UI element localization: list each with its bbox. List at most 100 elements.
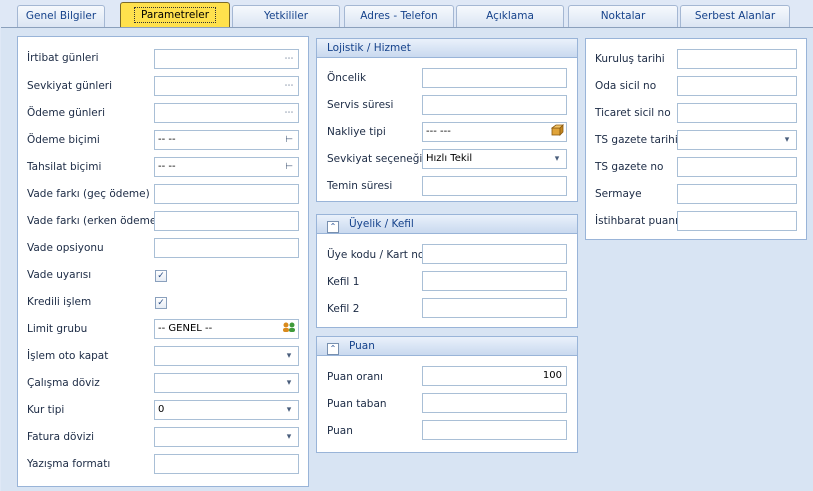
irtibat-gunleri-field[interactable]: ⋯: [154, 49, 299, 69]
ticaret-sicil-label: Ticaret sicil no: [595, 107, 671, 119]
oda-sicil-field[interactable]: [677, 76, 797, 96]
ellipsis-icon[interactable]: ⋯: [282, 105, 296, 121]
field-value: Hızlı Tekil: [426, 153, 473, 164]
kefil-2-field[interactable]: [422, 298, 567, 318]
tab-noktalar[interactable]: Noktalar: [568, 5, 678, 27]
vade-opsiyonu-field[interactable]: [154, 238, 299, 258]
uyelik-kefil-header[interactable]: ⌃ Üyelik / Kefil: [317, 215, 577, 234]
tab-parametreler[interactable]: Parametreler: [120, 2, 230, 28]
tab-label: Serbest Alanlar: [694, 10, 776, 22]
chevron-down-icon[interactable]: ▾: [282, 348, 296, 364]
nakliye-tipi-field[interactable]: --- ---: [422, 122, 567, 142]
group-title: Üyelik / Kefil: [349, 218, 414, 230]
temin-suresi-label: Temin süresi: [327, 180, 393, 192]
islem-oto-kapat-select[interactable]: ▾: [154, 346, 299, 366]
servis-suresi-field[interactable]: [422, 95, 567, 115]
group-title: Puan: [349, 340, 375, 352]
fatura-dovizi-select[interactable]: ▾: [154, 427, 299, 447]
vade-uyarisi-checkbox[interactable]: ✓: [155, 270, 167, 282]
tree-picker-icon[interactable]: ⊢: [282, 159, 296, 175]
kur-tipi-select[interactable]: 0 ▾: [154, 400, 299, 420]
uye-kodu-field[interactable]: [422, 244, 567, 264]
yazisma-formati-label: Yazışma formatı: [27, 458, 111, 470]
vade-farki-gec-label: Vade farkı (geç ödeme): [27, 188, 150, 200]
tab-genel-bilgiler[interactable]: Genel Bilgiler: [17, 5, 105, 27]
vade-opsiyonu-label: Vade opsiyonu: [27, 242, 104, 254]
islem-oto-kapat-label: İşlem oto kapat: [27, 350, 109, 362]
kurulus-tarihi-label: Kuruluş tarihi: [595, 53, 665, 65]
sevkiyat-secenegi-label: Sevkiyat seçeneği: [327, 153, 423, 165]
chevron-down-icon[interactable]: ▾: [550, 151, 564, 167]
chevron-down-icon[interactable]: ▾: [282, 402, 296, 418]
sevkiyat-secenegi-select[interactable]: Hızlı Tekil ▾: [422, 149, 567, 169]
kur-tipi-label: Kur tipi: [27, 404, 65, 416]
ts-gazete-tarihi-select[interactable]: ▾: [677, 130, 797, 150]
vade-uyarisi-label: Vade uyarısı: [27, 269, 92, 281]
puan-taban-field[interactable]: [422, 393, 567, 413]
yazisma-formati-field[interactable]: [154, 454, 299, 474]
kefil-1-label: Kefil 1: [327, 276, 360, 288]
oncelik-field[interactable]: [422, 68, 567, 88]
ellipsis-icon[interactable]: ⋯: [282, 78, 296, 94]
package-picker-icon[interactable]: [550, 124, 564, 140]
chevron-down-icon[interactable]: ▾: [282, 429, 296, 445]
tab-label: Noktalar: [600, 10, 646, 22]
irtibat-gunleri-label: İrtibat günleri: [27, 52, 99, 64]
istihbarat-puani-field[interactable]: [677, 211, 797, 231]
tab-label: Açıklama: [486, 10, 534, 22]
odeme-gunleri-field[interactable]: ⋯: [154, 103, 299, 123]
chevron-down-icon[interactable]: ▾: [780, 132, 794, 148]
group-picker-icon[interactable]: [282, 321, 296, 337]
field-value: -- --: [158, 134, 176, 145]
kredili-islem-label: Kredili işlem: [27, 296, 92, 308]
uye-kodu-label: Üye kodu / Kart no: [327, 249, 425, 261]
vade-farki-gec-field[interactable]: [154, 184, 299, 204]
field-value: -- GENEL --: [158, 323, 213, 334]
tab-label: Parametreler: [133, 7, 217, 23]
tab-aciklama[interactable]: Açıklama: [456, 5, 564, 27]
collapse-icon[interactable]: ⌃: [327, 343, 339, 355]
servis-suresi-label: Servis süresi: [327, 99, 394, 111]
field-value: 0: [158, 404, 165, 415]
sermaye-field[interactable]: [677, 184, 797, 204]
sermaye-label: Sermaye: [595, 188, 642, 200]
ts-gazete-tarihi-label: TS gazete tarihi: [595, 134, 678, 146]
field-value: --- ---: [426, 126, 451, 137]
ticaret-sicil-field[interactable]: [677, 103, 797, 123]
lojistik-hizmet-header: Lojistik / Hizmet: [317, 39, 577, 58]
kredili-islem-checkbox[interactable]: ✓: [155, 297, 167, 309]
limit-grubu-label: Limit grubu: [27, 323, 88, 335]
temin-suresi-field[interactable]: [422, 176, 567, 196]
limit-grubu-field[interactable]: -- GENEL --: [154, 319, 299, 339]
sevkiyat-gunleri-field[interactable]: ⋯: [154, 76, 299, 96]
vade-farki-erken-field[interactable]: [154, 211, 299, 231]
tahsilat-bicimi-label: Tahsilat biçimi: [27, 161, 102, 173]
puan-orani-field[interactable]: 100: [422, 366, 567, 386]
puan-header[interactable]: ⌃ Puan: [317, 337, 577, 356]
ellipsis-icon[interactable]: ⋯: [282, 51, 296, 67]
oda-sicil-label: Oda sicil no: [595, 80, 657, 92]
vade-farki-erken-label: Vade farkı (erken ödeme): [27, 215, 161, 227]
oncelik-label: Öncelik: [327, 72, 367, 84]
tab-serbest-alanlar[interactable]: Serbest Alanlar: [680, 5, 790, 27]
calisma-doviz-select[interactable]: ▾: [154, 373, 299, 393]
sevkiyat-gunleri-label: Sevkiyat günleri: [27, 80, 113, 92]
ts-gazete-no-label: TS gazete no: [595, 161, 664, 173]
odeme-bicimi-label: Ödeme biçimi: [27, 134, 100, 146]
collapse-icon[interactable]: ⌃: [327, 221, 339, 233]
tab-label: Genel Bilgiler: [25, 10, 97, 22]
kurulus-tarihi-field[interactable]: [677, 49, 797, 69]
tab-yetkililer[interactable]: Yetkililer: [232, 5, 340, 27]
kefil-1-field[interactable]: [422, 271, 567, 291]
tab-label: Yetkililer: [263, 10, 309, 22]
tab-adres-telefon[interactable]: Adres - Telefon: [344, 5, 454, 27]
chevron-down-icon[interactable]: ▾: [282, 375, 296, 391]
odeme-bicimi-field[interactable]: -- -- ⊢: [154, 130, 299, 150]
ts-gazete-no-field[interactable]: [677, 157, 797, 177]
tree-picker-icon[interactable]: ⊢: [282, 132, 296, 148]
puan-orani-label: Puan oranı: [327, 371, 383, 383]
puan-taban-label: Puan taban: [327, 398, 387, 410]
puan-field[interactable]: [422, 420, 567, 440]
fatura-dovizi-label: Fatura dövizi: [27, 431, 95, 443]
tahsilat-bicimi-field[interactable]: -- -- ⊢: [154, 157, 299, 177]
